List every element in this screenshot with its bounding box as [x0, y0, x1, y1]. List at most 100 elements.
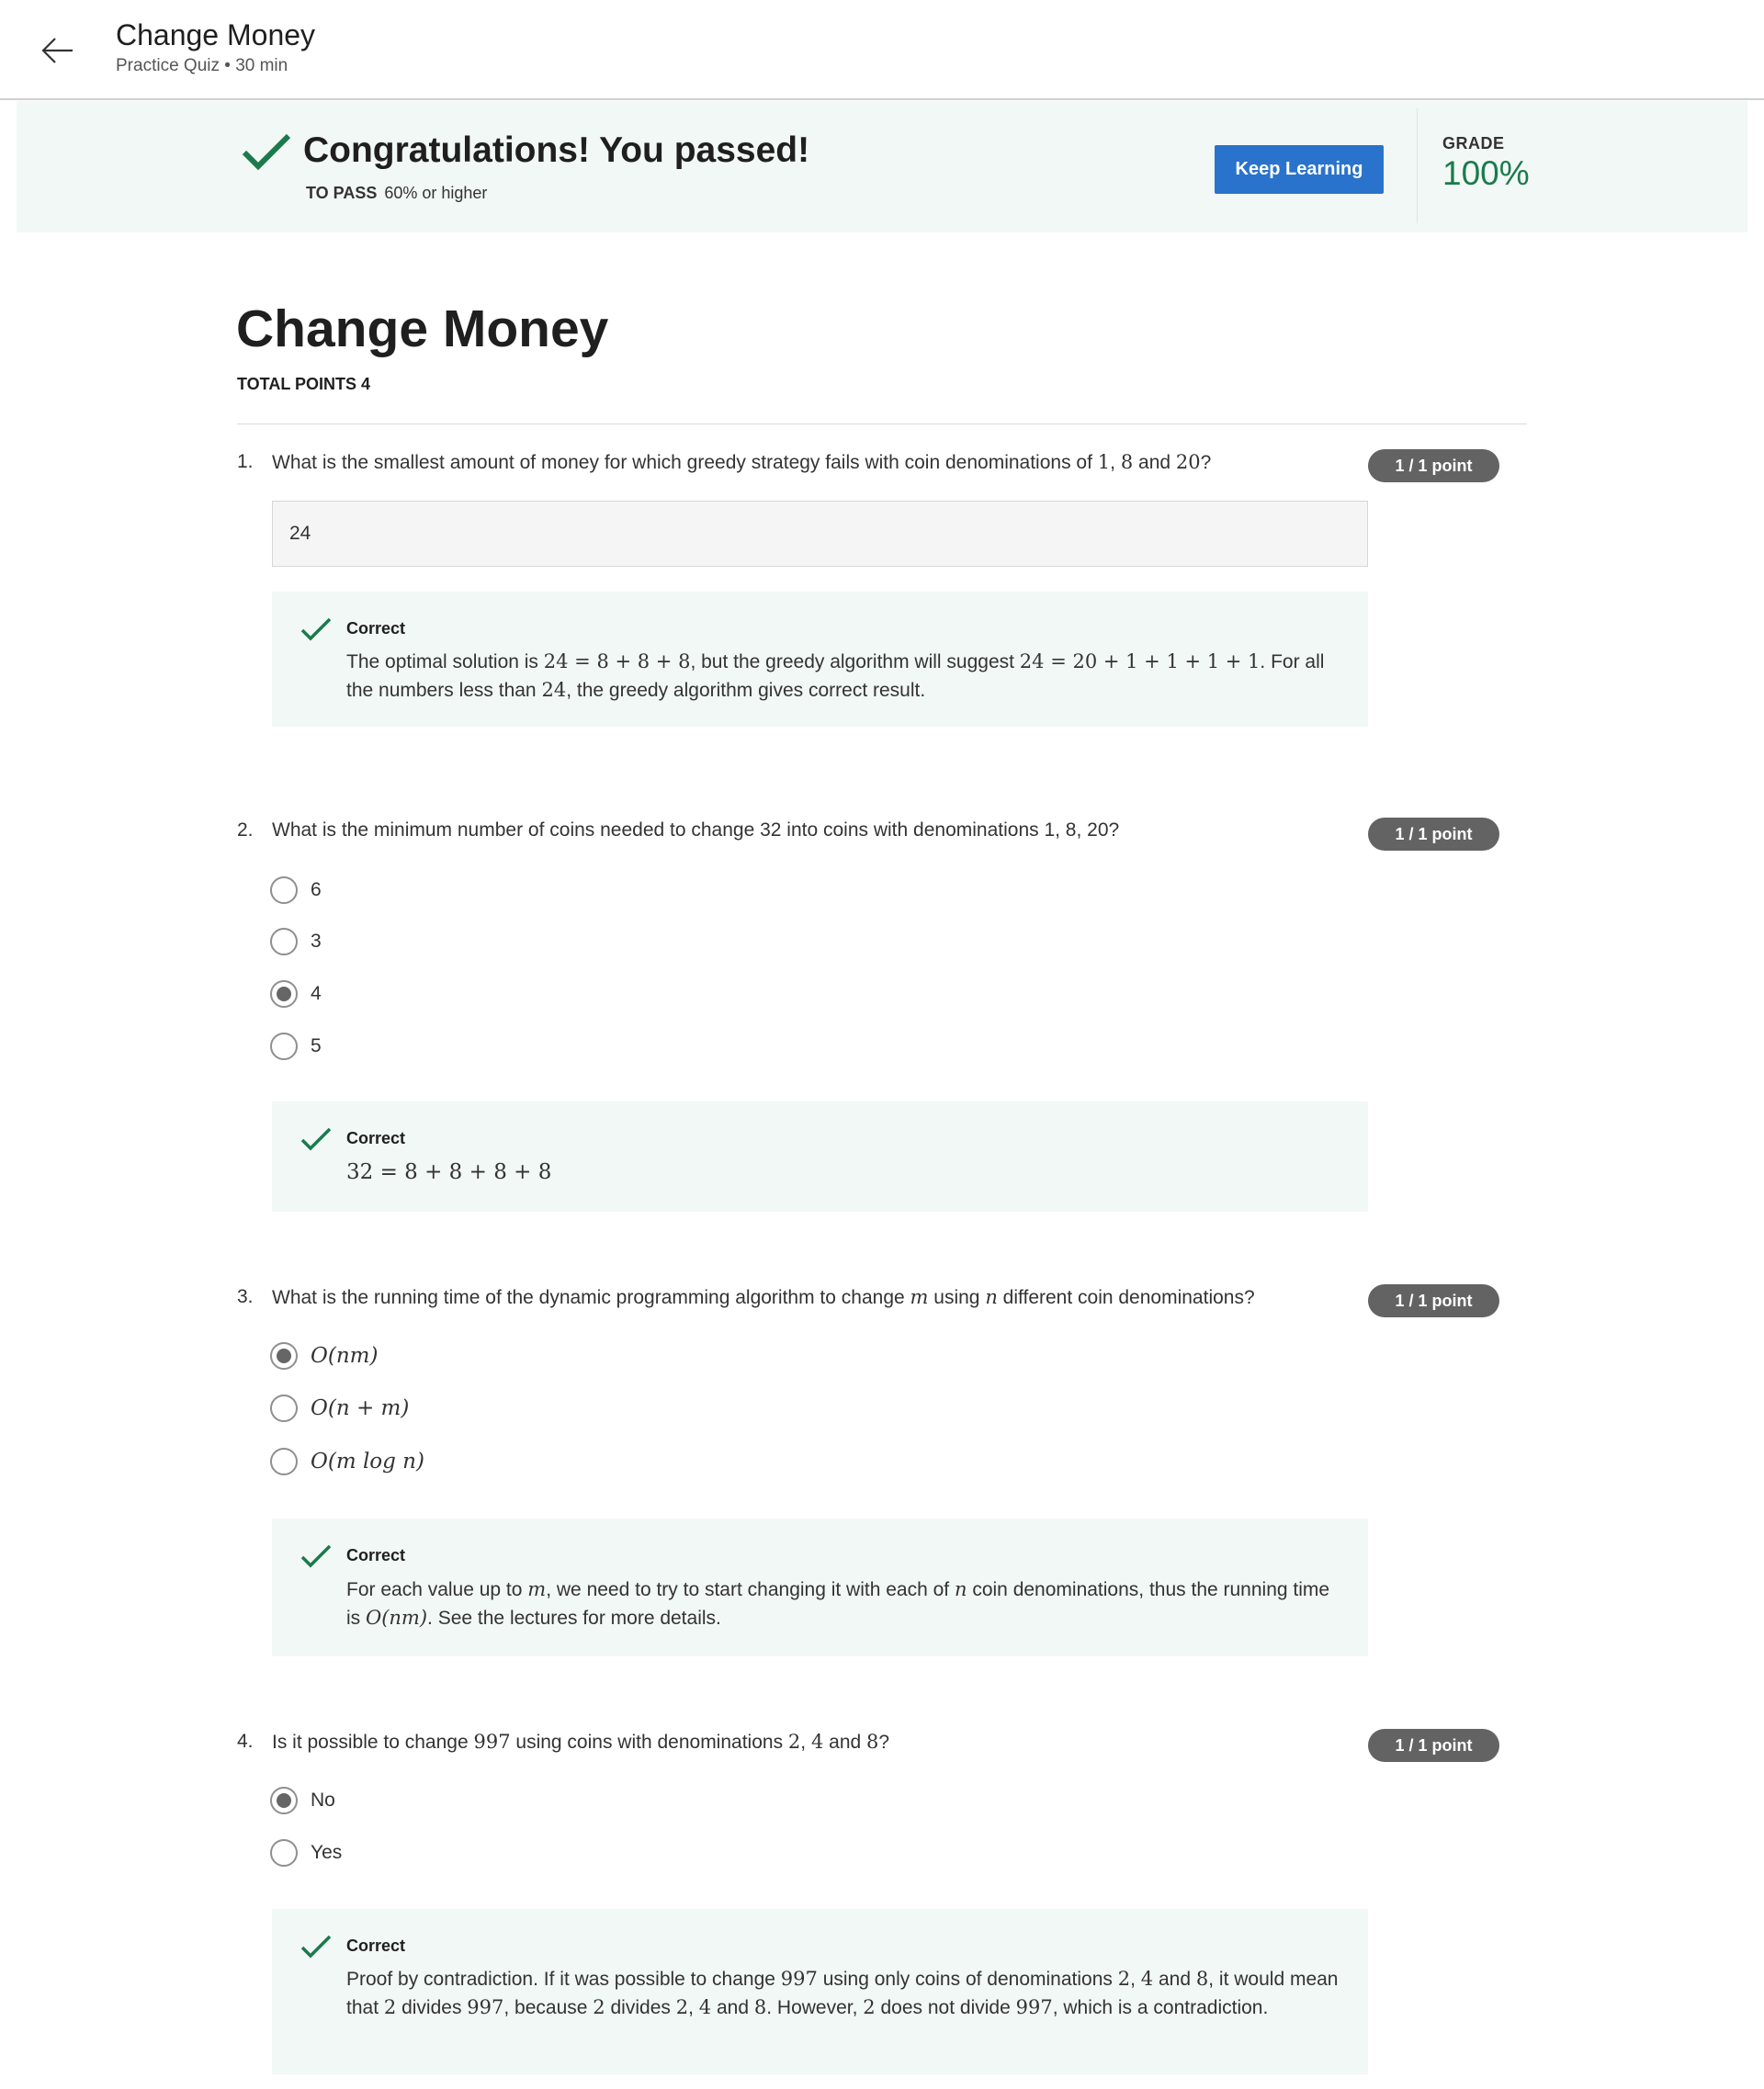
option-label: 5 — [311, 1035, 322, 1056]
arrow-left-icon — [41, 38, 73, 63]
math: 1 — [1097, 451, 1111, 473]
divider — [1417, 108, 1418, 223]
option-radio[interactable]: 3 — [270, 928, 322, 955]
math: 997 — [1015, 1996, 1053, 2018]
text: does not divide — [875, 1997, 1016, 2018]
checkmark-icon — [300, 617, 332, 641]
math: 997 — [473, 1731, 511, 1753]
math: 2 — [1117, 1968, 1131, 1990]
points-badge: 1 / 1 point — [1368, 1729, 1499, 1762]
checkmark-icon — [300, 1127, 332, 1151]
radio-button[interactable] — [270, 1033, 298, 1060]
feedback-label: Correct — [346, 619, 406, 638]
option-label: 6 — [311, 879, 322, 900]
math: 4 — [698, 1996, 712, 2018]
checkmark-icon — [300, 1544, 332, 1568]
option-radio-selected[interactable]: O(nm) — [270, 1342, 378, 1370]
option-radio[interactable]: Yes — [270, 1839, 342, 1867]
text: using coins with denominations — [510, 1732, 788, 1753]
feedback-math: 32 = 8 + 8 + 8 + 8 — [346, 1160, 552, 1184]
math: O(nm) — [366, 1607, 428, 1629]
option-radio-selected[interactable]: No — [270, 1787, 335, 1814]
pass-banner: Congratulations! You passed! TO PASS 60% … — [17, 101, 1747, 232]
checkmark-icon — [300, 1935, 332, 1959]
radio-button-selected[interactable] — [270, 980, 298, 1008]
math: 997 — [780, 1968, 818, 1990]
radio-button-selected[interactable] — [270, 1342, 298, 1370]
text: Proof by contradiction. If it was possib… — [346, 1969, 781, 1990]
math: 20 — [1175, 451, 1201, 473]
to-pass-value: 60% or higher — [384, 184, 488, 202]
text: , but the greedy algorithm will suggest — [690, 651, 1020, 672]
radio-button[interactable] — [270, 1395, 298, 1422]
text: ? — [878, 1732, 890, 1753]
math: n — [985, 1286, 998, 1308]
text: , the greedy algorithm gives correct res… — [566, 680, 926, 701]
option-label: O(nm) — [311, 1344, 379, 1368]
feedback-text: Proof by contradiction. If it was possib… — [346, 1965, 1348, 2022]
text: and — [823, 1732, 867, 1753]
radio-button[interactable] — [270, 928, 298, 955]
text: divides — [605, 1997, 676, 2018]
text: using only coins of denominations — [817, 1969, 1118, 1990]
text: , — [800, 1732, 811, 1753]
divider — [237, 423, 1527, 424]
option-radio[interactable]: 6 — [270, 876, 322, 904]
option-radio[interactable]: 5 — [270, 1033, 322, 1060]
option-label: 3 — [311, 931, 322, 952]
radio-button-selected[interactable] — [270, 1787, 298, 1814]
back-button[interactable] — [35, 28, 81, 73]
checkmark-icon — [242, 133, 291, 171]
math: 997 — [467, 1996, 504, 2018]
math: 8 — [1120, 451, 1134, 473]
radio-button[interactable] — [270, 1448, 298, 1475]
math: 24 = 8 + 8 + 8 — [543, 650, 691, 672]
option-radio[interactable]: O(n + m) — [270, 1395, 409, 1422]
math: 24 = 20 + 1 + 1 + 1 + 1 — [1019, 650, 1261, 672]
question-number: 1. — [237, 451, 254, 472]
header-subtitle: Practice Quiz • 30 min — [116, 56, 288, 75]
question-text: What is the running time of the dynamic … — [272, 1286, 1255, 1309]
feedback-panel: Correct For each value up to m, we need … — [272, 1519, 1368, 1656]
page-title: Change Money — [236, 299, 609, 358]
text: Is it possible to change — [272, 1732, 474, 1753]
option-radio[interactable]: O(m log n) — [270, 1448, 424, 1475]
question-text: Is it possible to change 997 using coins… — [272, 1731, 889, 1754]
text: What is the smallest amount of money for… — [272, 452, 1098, 473]
text: , which is a contradiction. — [1052, 1997, 1269, 2018]
question-number: 4. — [237, 1731, 254, 1752]
text: . However, — [766, 1997, 864, 2018]
feedback-panel: Correct Proof by contradiction. If it wa… — [272, 1909, 1368, 2074]
option-label: O(m log n) — [311, 1450, 424, 1474]
answer-input[interactable]: 24 — [272, 501, 1368, 567]
text: , — [1110, 452, 1121, 473]
keep-learning-button[interactable]: Keep Learning — [1215, 145, 1384, 194]
text: divides — [396, 1997, 468, 2018]
points-badge: 1 / 1 point — [1368, 1284, 1499, 1317]
math: 8 — [753, 1996, 767, 2018]
feedback-panel: Correct The optimal solution is 24 = 8 +… — [272, 592, 1368, 727]
text: For each value up to — [346, 1579, 528, 1600]
math: 4 — [810, 1731, 824, 1753]
option-label: 4 — [311, 983, 322, 1004]
math: 24 — [541, 679, 567, 701]
points-badge: 1 / 1 point — [1368, 449, 1499, 482]
radio-button[interactable] — [270, 1839, 298, 1867]
text: and — [1133, 452, 1176, 473]
feedback-text: The optimal solution is 24 = 8 + 8 + 8, … — [346, 648, 1348, 705]
math: n — [954, 1578, 967, 1600]
question-number: 3. — [237, 1286, 254, 1307]
math: m — [527, 1578, 547, 1600]
option-radio-selected[interactable]: 4 — [270, 980, 322, 1008]
option-label: O(n + m) — [311, 1396, 410, 1420]
radio-button[interactable] — [270, 876, 298, 904]
text: , we need to try to start changing it wi… — [546, 1579, 955, 1600]
text: , because — [503, 1997, 594, 2018]
math: 2 — [787, 1731, 801, 1753]
text: The optimal solution is — [346, 651, 544, 672]
pass-message: Congratulations! You passed! — [303, 130, 810, 170]
text: , — [688, 1997, 699, 2018]
math: 8 — [866, 1731, 879, 1753]
text: using — [928, 1287, 986, 1308]
pass-requirement: TO PASS 60% or higher — [306, 184, 487, 203]
